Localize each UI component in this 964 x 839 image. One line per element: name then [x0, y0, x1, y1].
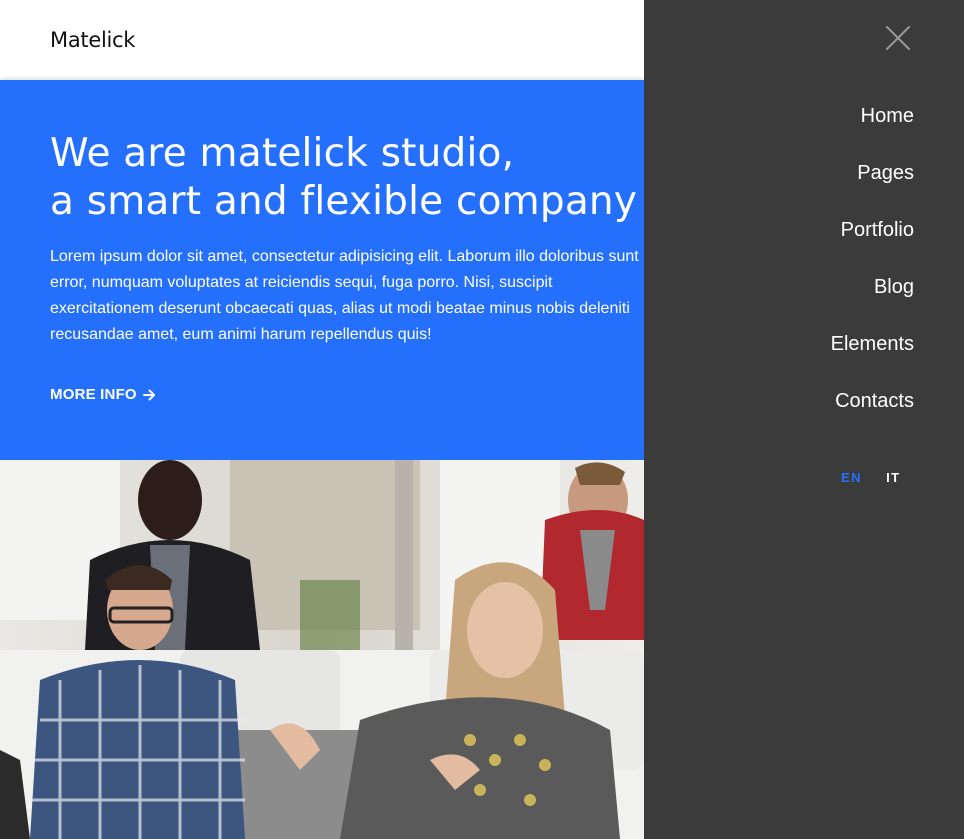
team-photo-illustration	[0, 460, 644, 839]
site-logo[interactable]: Matelick	[50, 28, 135, 52]
language-switcher: EN IT	[841, 470, 901, 485]
nav-item-pages[interactable]: Pages	[831, 159, 914, 216]
nav-item-home[interactable]: Home	[831, 102, 914, 159]
team-photo	[0, 460, 644, 839]
main-content: Matelick We are matelick studio, a smart…	[0, 0, 644, 839]
more-info-label: MORE INFO	[50, 386, 137, 403]
nav-item-portfolio[interactable]: Portfolio	[831, 216, 914, 273]
hero-title: We are matelick studio, a smart and flex…	[50, 130, 637, 226]
site-header: Matelick	[0, 0, 644, 80]
language-en[interactable]: EN	[841, 470, 862, 485]
hero-title-line-1: We are matelick studio,	[50, 131, 515, 176]
nav-item-blog[interactable]: Blog	[831, 273, 914, 330]
close-icon[interactable]	[884, 24, 912, 52]
side-menu-panel: Home Pages Portfolio Blog Elements Conta…	[644, 0, 964, 839]
hero-section: We are matelick studio, a smart and flex…	[0, 80, 644, 460]
hero-description: Lorem ipsum dolor sit amet, consectetur …	[50, 248, 639, 343]
more-info-link[interactable]: MORE INFO	[50, 386, 156, 403]
nav-item-contacts[interactable]: Contacts	[831, 387, 914, 444]
arrow-right-icon	[142, 389, 155, 400]
main-navigation: Home Pages Portfolio Blog Elements Conta…	[831, 102, 914, 444]
hero-title-line-2: a smart and flexible company	[50, 179, 638, 224]
language-it[interactable]: IT	[886, 470, 901, 485]
nav-item-elements[interactable]: Elements	[831, 330, 914, 387]
